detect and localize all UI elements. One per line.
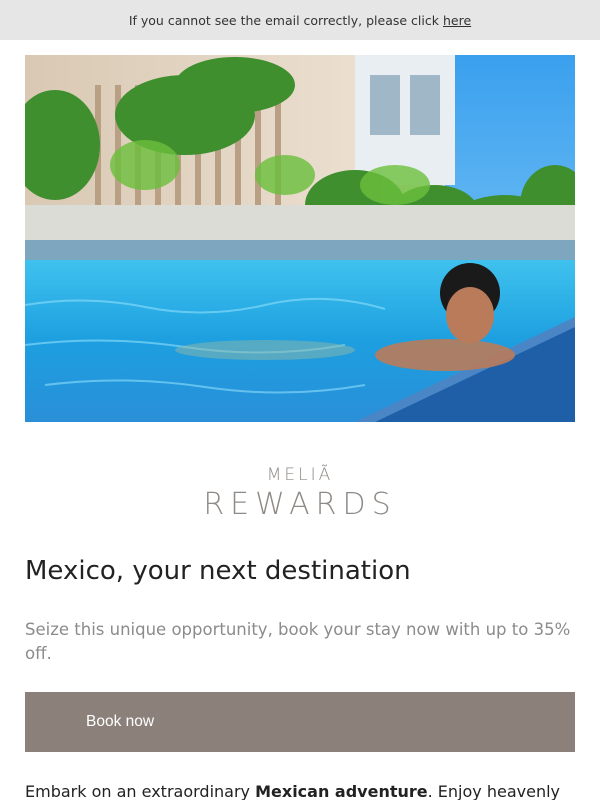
logo-line-2: REWARDS xyxy=(203,487,396,520)
view-in-browser-link[interactable]: here xyxy=(443,13,471,28)
hero-image xyxy=(25,55,575,422)
email-view-notice-text: If you cannot see the email correctly, p… xyxy=(128,12,439,28)
intro-text-bold: Mexican adventure xyxy=(255,782,428,800)
email-view-notice-bar: If you cannot see the email correctly, p… xyxy=(0,0,600,40)
book-now-button[interactable]: Book now xyxy=(25,692,575,752)
intro-paragraph: Embark on an extraordinary Mexican adven… xyxy=(25,782,585,800)
intro-text-part-1: Embark on an extraordinary xyxy=(25,782,256,800)
intro-text-part-2: . Enjoy heavenly xyxy=(427,782,560,800)
page-title: Mexico, your next destination xyxy=(25,556,411,586)
offer-subtext: Seize this unique opportunity, book your… xyxy=(25,620,571,663)
melia-rewards-logo: MELIÃ REWARDS xyxy=(200,462,400,522)
logo-line-1: MELIÃ xyxy=(266,465,334,485)
pool-scene-photo xyxy=(25,55,575,422)
logo-line-2-graphic: REWARDS xyxy=(203,487,396,520)
